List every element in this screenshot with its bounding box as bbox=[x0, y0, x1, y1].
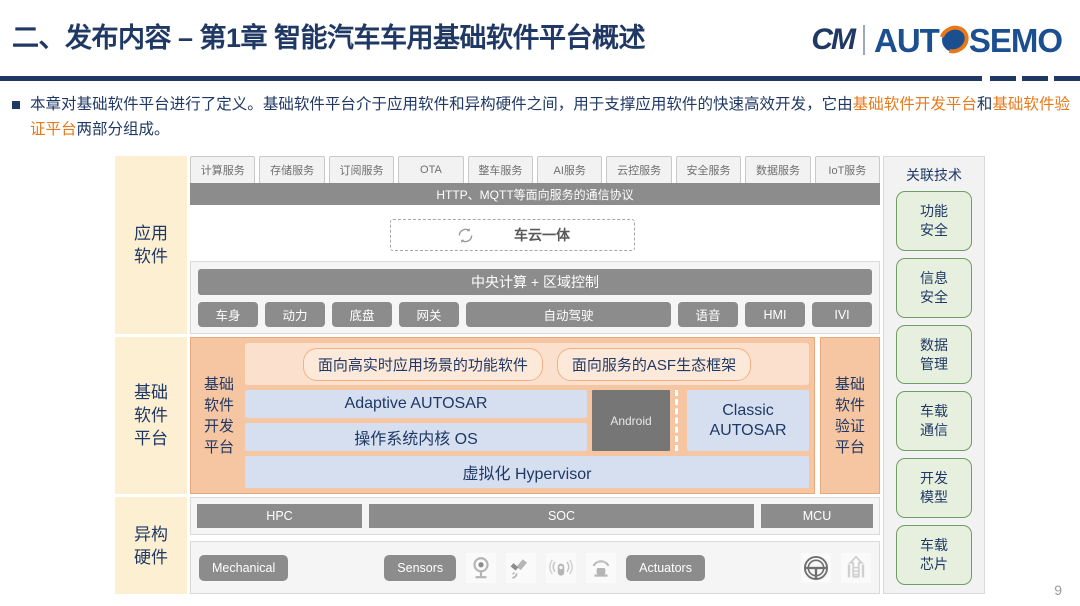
camera-icon bbox=[466, 552, 497, 583]
android-box: Android bbox=[592, 390, 670, 451]
intro-text: 本章对基础软件平台进行了定义。基础软件平台介于应用软件和异构硬件之间，用于支撑应… bbox=[30, 92, 1070, 142]
logo-text-right: SEMO bbox=[968, 21, 1063, 59]
heterogeneous-hardware-tier: HPC SOC MCU Mechanical Sensors Actuators bbox=[190, 497, 880, 594]
middleware-row: Adaptive AUTOSAR 操作系统内核 OS Android Class… bbox=[245, 390, 809, 451]
slide-header: 二、发布内容 – 第1章 智能汽车车用基础软件平台概述 CM AUT SEMO bbox=[0, 0, 1080, 78]
related-technology-pill[interactable]: 数据 管理 bbox=[896, 324, 972, 385]
basic-software-verification-platform: 基础 软件 验证 平台 bbox=[820, 337, 880, 494]
compute-architecture-panel: 中央计算 + 区域控制 车身 动力 底盘 网关 自动驾驶 语音 HMI IVI bbox=[190, 261, 880, 334]
domain-chip[interactable]: 动力 bbox=[265, 302, 325, 327]
middleware-left-group: Adaptive AUTOSAR 操作系统内核 OS bbox=[245, 390, 587, 451]
related-technologies-column: 关联技术 功能 安全 信息 安全 数据 管理 车载 通信 开发 模型 车载 芯片 bbox=[883, 156, 985, 594]
service-chip[interactable]: 订阅服务 bbox=[328, 156, 395, 184]
service-chip[interactable]: 安全服务 bbox=[675, 156, 742, 184]
related-technology-pill[interactable]: 开发 模型 bbox=[896, 458, 972, 519]
intro-text-part-1: 本章对基础软件平台进行了定义。基础软件平台介于应用软件和异构硬件之间，用于支撑应… bbox=[30, 96, 853, 113]
vertical-dashed-separator bbox=[675, 390, 682, 451]
sensor-actuator-panel: Mechanical Sensors Actuators bbox=[190, 541, 880, 594]
service-chip[interactable]: OTA bbox=[398, 156, 464, 184]
domain-chip[interactable]: 语音 bbox=[678, 302, 738, 327]
radar-icon bbox=[586, 552, 617, 583]
steering-wheel-icon bbox=[801, 552, 831, 583]
logo-text-left: AUT bbox=[873, 21, 940, 59]
tier-label-application-software: 应用 软件 bbox=[115, 156, 187, 334]
intro-highlight-dev-platform: 基础软件开发平台 bbox=[852, 96, 977, 113]
basic-software-development-platform: 基础 软件 开发 平台 面向高实时应用场景的功能软件 面向服务的ASF生态框架 A… bbox=[190, 337, 815, 494]
satellite-radar-icon bbox=[506, 552, 537, 583]
application-software-tier: 计算服务 存储服务 订阅服务 OTA 整车服务 AI服务 云控服务 安全服务 数据服务 IoT服务… bbox=[190, 156, 881, 334]
title-divider-rule bbox=[0, 76, 1080, 81]
service-chip[interactable]: IoT服务 bbox=[814, 156, 881, 184]
vehicle-cloud-label: 车云一体 bbox=[514, 227, 570, 243]
classic-autosar-box: Classic AUTOSAR bbox=[687, 390, 809, 451]
page-title: 二、发布内容 – 第1章 智能汽车车用基础软件平台概述 bbox=[12, 23, 646, 53]
service-chip-row: 计算服务 存储服务 订阅服务 OTA 整车服务 AI服务 云控服务 安全服务 数据服务 IoT服务 bbox=[190, 156, 881, 184]
related-technology-pill[interactable]: 车载 通信 bbox=[896, 391, 972, 452]
autosemo-logo: CM AUT SEMO bbox=[811, 20, 1063, 59]
domain-chip-row: 车身 动力 底盘 网关 自动驾驶 语音 HMI IVI bbox=[198, 302, 872, 327]
related-technologies-title: 关联技术 bbox=[906, 167, 962, 183]
central-compute-bar: 中央计算 + 区域控制 bbox=[198, 269, 872, 295]
vehicle-cloud-integration-box: 车云一体 bbox=[390, 219, 635, 251]
compute-hardware-chip[interactable]: MCU bbox=[761, 504, 873, 528]
service-chip[interactable]: AI服务 bbox=[537, 156, 603, 184]
hypervisor-box: 虚拟化 Hypervisor bbox=[245, 456, 809, 488]
logo-orbit-icon bbox=[934, 20, 974, 59]
domain-chip[interactable]: IVI bbox=[812, 302, 872, 327]
protocol-bar: HTTP、MQTT等面向服务的通信协议 bbox=[190, 183, 880, 205]
tier-label-heterogeneous-hardware: 异构 硬件 bbox=[115, 497, 187, 594]
domain-chip[interactable]: 车身 bbox=[198, 302, 258, 327]
software-stack: 面向高实时应用场景的功能软件 面向服务的ASF生态框架 Adaptive AUTO… bbox=[245, 343, 809, 488]
function-software-pill[interactable]: 面向高实时应用场景的功能软件 bbox=[302, 347, 543, 381]
domain-chip[interactable]: 网关 bbox=[399, 302, 459, 327]
tier-label-basic-software-platform: 基础 软件 平台 bbox=[115, 337, 187, 494]
related-technology-pill[interactable]: 信息 安全 bbox=[896, 257, 972, 318]
development-platform-label: 基础 软件 开发 平台 bbox=[203, 375, 234, 456]
architecture-diagram: 应用 软件 基础 软件 平台 异构 硬件 计算服务 存储服务 订阅服务 OTA 整车服务… bbox=[115, 156, 985, 594]
logo-divider bbox=[862, 25, 865, 55]
sensors-chip: Sensors bbox=[384, 554, 457, 581]
sync-icon bbox=[458, 227, 473, 243]
adaptive-autosar-box: Adaptive AUTOSAR bbox=[245, 390, 587, 418]
domain-chip[interactable]: 自动驾驶 bbox=[466, 302, 671, 327]
service-chip[interactable]: 存储服务 bbox=[259, 156, 325, 184]
domain-chip[interactable]: HMI bbox=[745, 302, 805, 327]
related-technology-pill[interactable]: 车载 芯片 bbox=[896, 525, 972, 585]
service-chip[interactable]: 云控服务 bbox=[606, 156, 672, 184]
os-kernel-box: 操作系统内核 OS bbox=[245, 423, 587, 451]
compute-hardware-panel: HPC SOC MCU bbox=[190, 497, 880, 535]
lidar-icon bbox=[546, 552, 577, 583]
intro-text-part-2: 和 bbox=[976, 96, 993, 113]
compute-hardware-chip[interactable]: SOC bbox=[369, 504, 754, 528]
service-chip[interactable]: 计算服务 bbox=[190, 156, 256, 184]
page-number: 9 bbox=[1054, 582, 1062, 598]
domain-chip[interactable]: 底盘 bbox=[332, 302, 392, 327]
autosemo-wordmark: AUT SEMO bbox=[873, 20, 1063, 59]
service-chip[interactable]: 整车服务 bbox=[467, 156, 534, 184]
function-software-pill[interactable]: 面向服务的ASF生态框架 bbox=[556, 347, 752, 381]
function-software-row: 面向高实时应用场景的功能软件 面向服务的ASF生态框架 bbox=[245, 343, 809, 385]
compute-hardware-chip[interactable]: HPC bbox=[197, 504, 362, 528]
cm-logo-mark: CM bbox=[811, 23, 856, 56]
brake-actuator-icon bbox=[841, 552, 871, 583]
intro-text-part-3: 两部分组成。 bbox=[76, 121, 170, 138]
intro-paragraph: 本章对基础软件平台进行了定义。基础软件平台介于应用软件和异构硬件之间，用于支撑应… bbox=[12, 92, 1070, 142]
related-technology-pill[interactable]: 功能 安全 bbox=[896, 191, 972, 251]
basic-software-platform-tier: 基础 软件 开发 平台 面向高实时应用场景的功能软件 面向服务的ASF生态框架 A… bbox=[190, 337, 880, 494]
actuators-chip: Actuators bbox=[626, 554, 705, 581]
bullet-square-icon bbox=[12, 101, 20, 109]
service-chip[interactable]: 数据服务 bbox=[745, 156, 811, 184]
mechanical-chip: Mechanical bbox=[199, 554, 289, 581]
